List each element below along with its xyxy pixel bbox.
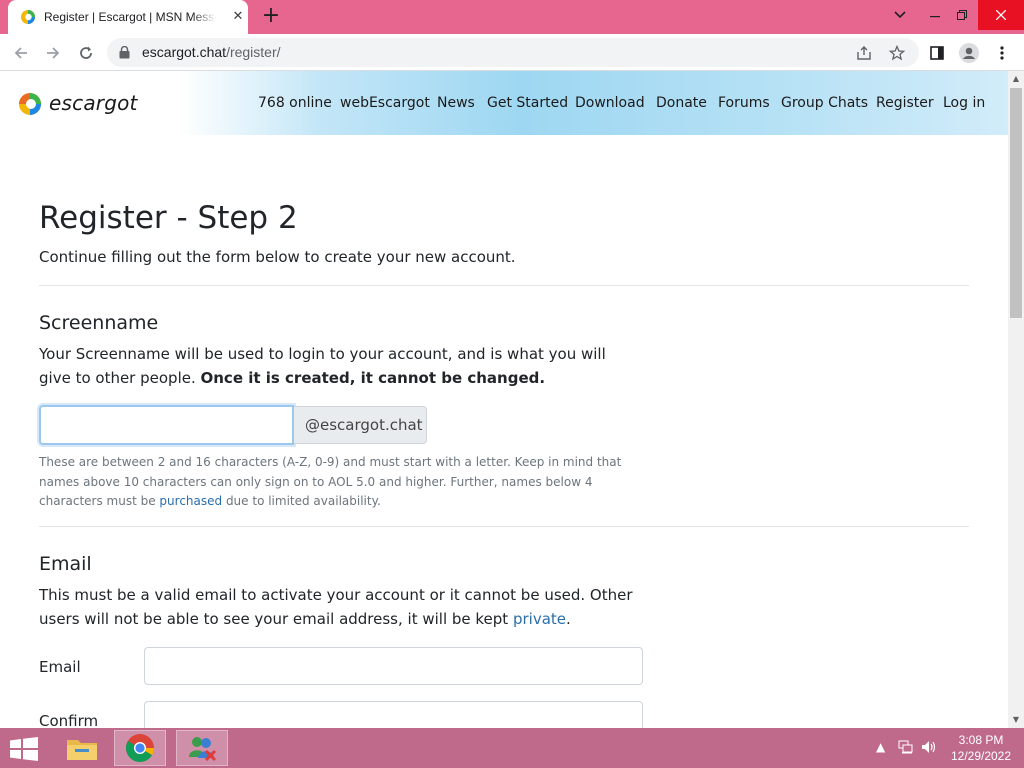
volume-icon[interactable] (921, 740, 937, 757)
browser-toolbar: escargot.chat/register/ (0, 34, 1024, 71)
profile-avatar-icon[interactable] (956, 40, 982, 66)
confirm-email-label: Confirm (39, 712, 99, 728)
escargot-logo-icon[interactable] (18, 90, 42, 118)
nav-online-count: 768 online (258, 95, 332, 111)
screenname-description: Your Screenname will be used to login to… (39, 345, 606, 387)
windows-taskbar: ▲ 3:08 PM 12/29/2022 (0, 728, 1024, 768)
show-hidden-icons-chevron-up-icon[interactable]: ▲ (876, 740, 885, 754)
address-bar[interactable]: escargot.chat/register/ (107, 38, 919, 67)
screenname-warning: Once it is created, it cannot be changed… (200, 369, 546, 387)
scroll-down-arrow-icon[interactable]: ▼ (1008, 712, 1024, 728)
nav-get-started[interactable]: Get Started (487, 95, 568, 111)
site-logo-text[interactable]: escargot (49, 91, 138, 115)
tab-strip: Register | Escargot | MSN Messenger ✕ + (0, 0, 1024, 34)
tab-title: Register | Escargot | MSN Messenger (44, 10, 216, 24)
browser-tab[interactable]: Register | Escargot | MSN Messenger ✕ (8, 0, 248, 34)
share-icon[interactable] (853, 42, 875, 64)
page-scrollbar[interactable]: ▲ ▼ (1008, 71, 1024, 728)
nav-forums[interactable]: Forums (718, 95, 770, 111)
file-explorer-icon[interactable] (56, 730, 108, 766)
bookmark-star-icon[interactable] (886, 42, 908, 64)
url-text[interactable]: escargot.chat/register/ (142, 44, 281, 60)
scroll-up-arrow-icon[interactable]: ▲ (1008, 71, 1024, 87)
section-divider (39, 526, 969, 527)
clock-date: 12/29/2022 (950, 749, 1012, 763)
privacy-link[interactable]: private (513, 610, 566, 628)
email-description: This must be a valid email to activate y… (39, 586, 633, 628)
kebab-menu-icon[interactable] (989, 40, 1015, 66)
nav-register[interactable]: Register (876, 95, 934, 111)
restore-button[interactable] (949, 0, 975, 30)
nav-webescargot[interactable]: webEscargot (340, 95, 430, 111)
site-header: escargot 768 online webEscargot News Get… (0, 71, 1008, 135)
network-icon[interactable] (898, 740, 914, 757)
chrome-taskbar-icon[interactable] (114, 730, 166, 766)
screenname-help-text: These are between 2 and 16 characters (A… (39, 455, 622, 508)
minimize-button[interactable] (921, 0, 949, 30)
section-divider (39, 285, 969, 286)
nav-log-in[interactable]: Log in (943, 95, 985, 111)
email-label: Email (39, 658, 81, 676)
forward-arrow-icon[interactable] (40, 40, 66, 66)
page-title: Register - Step 2 (39, 200, 298, 236)
screenname-domain-addon: @escargot.chat (294, 406, 427, 444)
page-viewport: escargot 768 online webEscargot News Get… (0, 71, 1008, 728)
escargot-favicon-icon (21, 10, 35, 24)
msn-messenger-taskbar-icon[interactable] (176, 730, 228, 766)
email-heading: Email (39, 553, 92, 575)
nav-news[interactable]: News (437, 95, 475, 111)
side-panel-icon[interactable] (924, 40, 950, 66)
lock-icon[interactable] (119, 46, 130, 59)
windows-start-icon[interactable] (10, 737, 38, 761)
email-field[interactable] (144, 647, 643, 685)
nav-download[interactable]: Download (575, 95, 645, 111)
reload-icon[interactable] (73, 40, 99, 66)
taskbar-clock[interactable]: 3:08 PM 12/29/2022 (950, 732, 1012, 764)
new-tab-button[interactable]: + (260, 5, 282, 28)
tab-close-icon[interactable]: ✕ (230, 9, 246, 25)
clock-time: 3:08 PM (958, 733, 1004, 747)
nav-group-chats[interactable]: Group Chats (781, 95, 868, 111)
purchased-link[interactable]: purchased (159, 494, 222, 508)
tab-search-chevron-down-icon[interactable] (886, 0, 914, 30)
close-window-button[interactable] (978, 0, 1024, 30)
screenname-input[interactable] (39, 405, 294, 445)
screenname-heading: Screenname (39, 312, 159, 334)
nav-donate[interactable]: Donate (656, 95, 707, 111)
confirm-email-field[interactable] (144, 701, 643, 728)
page-lead: Continue filling out the form below to c… (39, 248, 516, 266)
scrollbar-thumb[interactable] (1010, 88, 1022, 318)
back-arrow-icon[interactable] (8, 40, 34, 66)
